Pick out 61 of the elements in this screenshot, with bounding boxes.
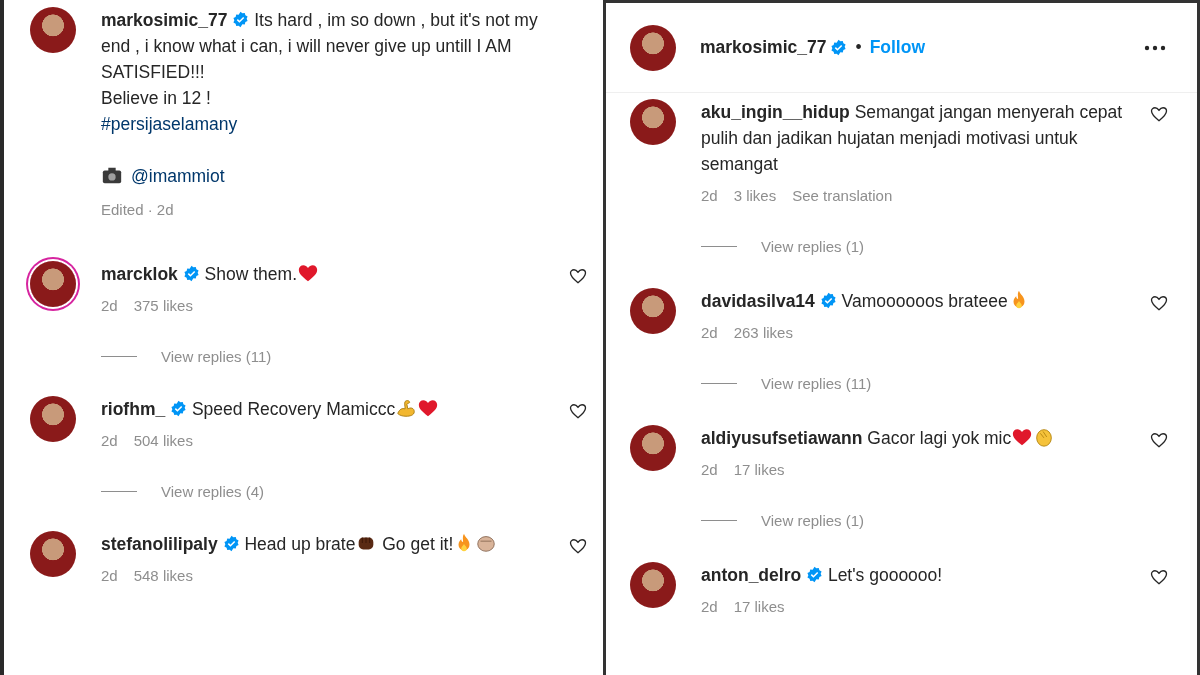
profile-photo-placeholder — [630, 99, 676, 145]
username-link[interactable]: aldiyusufsetiawann — [701, 428, 863, 448]
heart-icon[interactable] — [568, 401, 588, 421]
view-replies-link[interactable]: View replies (4) — [161, 480, 265, 503]
like-count[interactable]: 375 likes — [133, 295, 193, 318]
caption-text: Believe in 12 ! — [101, 88, 211, 108]
comment-text: davidasilva14 Vamoooooos brateee — [701, 288, 1141, 314]
comment-text: aldiyusufsetiawann Gacor lagi yok mic — [701, 425, 1141, 451]
like-count[interactable]: 548 likes — [133, 565, 193, 588]
like-count[interactable]: 3 likes — [733, 185, 777, 208]
see-translation-link[interactable]: See translation — [792, 185, 893, 208]
heart-icon[interactable] — [568, 266, 588, 286]
profile-photo-placeholder — [630, 24, 676, 71]
like-count[interactable]: 263 likes — [733, 322, 793, 345]
hashtag-link[interactable]: #persijaselamany — [101, 114, 238, 134]
comment-time: 2d — [101, 566, 118, 586]
comment-text: stefanolilipaly Head up brate Go get it! — [101, 531, 556, 557]
post-edited-time: Edited · 2d — [101, 200, 175, 220]
like-count[interactable]: 17 likes — [733, 596, 785, 619]
comment-text: marcklok Show them. — [101, 261, 556, 287]
comment-text: anton_delro Let's goooooo! — [701, 564, 944, 587]
profile-photo-placeholder — [30, 396, 76, 442]
view-replies-link[interactable]: View replies (11) — [161, 345, 272, 368]
view-replies-link[interactable]: View replies (1) — [761, 509, 865, 532]
heart-icon[interactable] — [568, 536, 588, 556]
profile-photo-placeholder — [630, 288, 676, 334]
heart-icon — [417, 397, 440, 419]
username-link[interactable]: markosimic_77 — [101, 10, 228, 30]
profile-photo-placeholder — [30, 531, 76, 577]
comment-text: aku_ingin__hidup Semangat jangan menyerah cepat pulih dan jadikan hujatan menjadi motivasi untuk semangat — [701, 101, 1124, 176]
heart-icon — [1011, 426, 1034, 448]
profile-photo-placeholder — [630, 425, 676, 471]
username-link[interactable]: anton_delro — [701, 565, 802, 585]
follow-link[interactable]: Follow — [869, 34, 926, 61]
heart-icon — [297, 262, 319, 284]
like-count[interactable]: 17 likes — [733, 459, 785, 482]
comment-time: 2d — [101, 431, 118, 451]
heart-icon[interactable] — [1149, 104, 1169, 124]
username-link[interactable]: riofhm_ — [101, 399, 166, 419]
username-link[interactable]: marcklok — [101, 264, 178, 284]
username-link[interactable]: aku_ingin__hidup — [701, 102, 850, 122]
username-link[interactable]: stefanolilipaly — [101, 534, 218, 554]
heart-icon[interactable] — [1149, 430, 1169, 450]
profile-photo-placeholder — [630, 562, 676, 608]
comment-text: riofhm_ Speed Recovery Mamiccc — [101, 396, 556, 422]
comment-time: 2d — [701, 597, 718, 617]
separator-dot: • — [855, 36, 862, 60]
view-replies-link[interactable]: View replies (1) — [761, 235, 865, 258]
comment-time: 2d — [701, 460, 718, 480]
caption-text: markosimic_77 Its hard , im so down , but it's not my end , i know what i can, i will never give up untill I AM SATISFIED!!! — [101, 9, 539, 84]
profile-photo-placeholder — [30, 7, 76, 53]
heart-icon[interactable] — [1149, 567, 1169, 587]
view-replies-link[interactable]: View replies (11) — [761, 372, 872, 395]
like-count[interactable]: 504 likes — [133, 430, 193, 453]
comment-time: 2d — [701, 323, 718, 343]
mention-link[interactable]: @imammiot — [131, 163, 225, 189]
heart-icon[interactable] — [1149, 293, 1169, 313]
username-link[interactable]: davidasilva14 — [701, 291, 815, 311]
username-link[interactable]: markosimic_77 — [700, 34, 827, 61]
comment-time: 2d — [701, 186, 718, 206]
comment-time: 2d — [101, 296, 118, 316]
